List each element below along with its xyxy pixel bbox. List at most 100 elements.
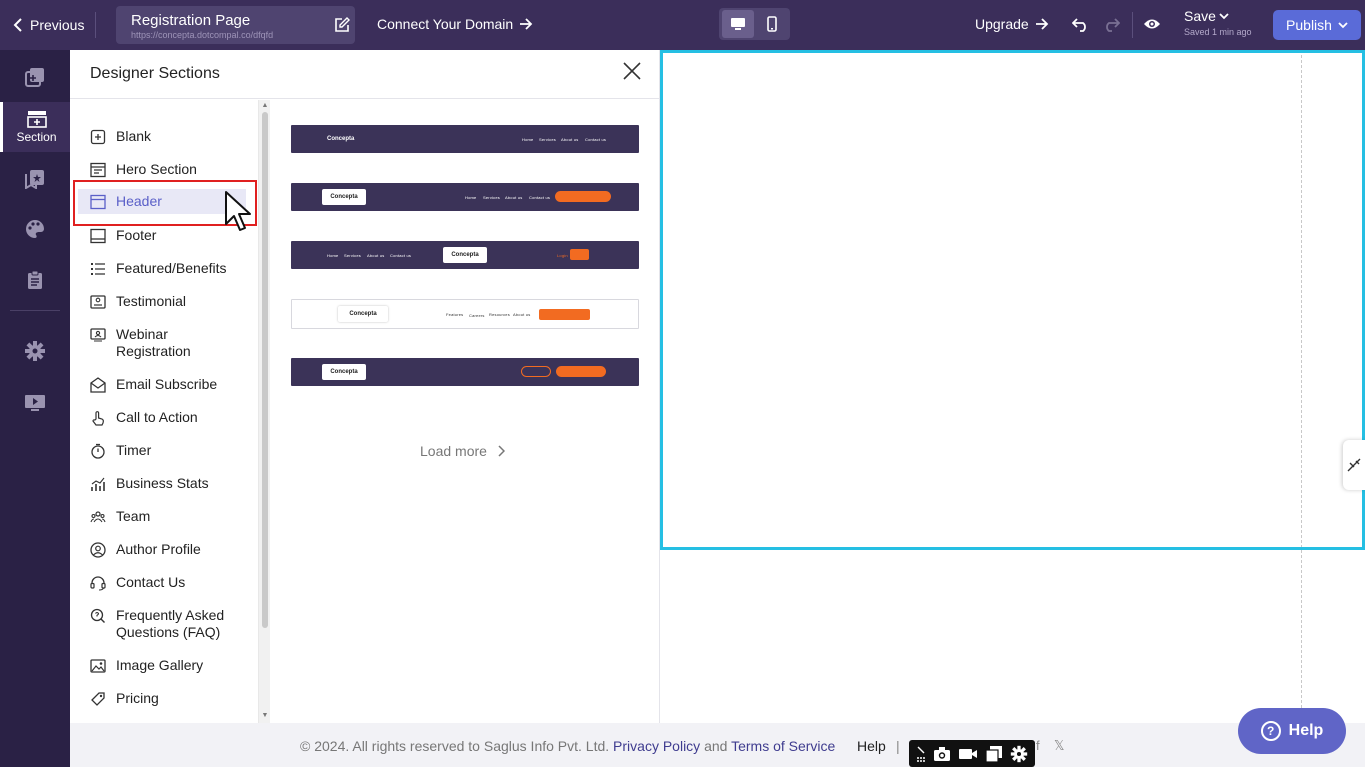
template-brand: Concepta [338,306,388,322]
previous-button[interactable]: Previous [12,14,84,36]
template-nav-item: Home [522,137,534,142]
header-template-2[interactable]: Concepta Home Services About us Contact … [291,183,639,211]
preview-button[interactable] [1142,14,1162,34]
chevron-left-icon [13,18,22,32]
page-name-box[interactable]: Registration Page https://concepta.dotco… [116,6,355,44]
upgrade-link[interactable]: Upgrade [975,16,1049,32]
scrollbar-thumb[interactable] [262,112,268,628]
template-nav-item: Services [344,253,361,258]
rail-section[interactable]: Section [0,102,70,152]
category-label: Testimonial [116,293,187,309]
template-login: Login [557,253,568,258]
panel-header: Designer Sections [70,50,660,99]
category-hero-section[interactable]: Hero Section [78,161,246,178]
facebook-icon[interactable]: f [1036,738,1040,753]
category-label: Call to Action [116,409,198,425]
header-template-4[interactable]: Concepta Features Careers Resources Abou… [291,299,639,329]
header-template-1[interactable]: Concepta Home Services About us Contact … [291,125,639,153]
undo-button[interactable] [1071,14,1091,34]
page-title: Registration Page [131,12,251,29]
hero-section-icon [90,162,106,178]
gear-icon[interactable] [1010,745,1028,763]
copyright-text: © 2024. All rights reserved to Saglus In… [300,738,610,754]
arrow-right-icon [520,18,533,30]
edit-icon[interactable] [334,17,350,33]
rail-theme[interactable] [0,204,70,254]
tap-icon [92,411,104,426]
testimonial-icon [90,295,106,309]
rail-settings[interactable] [0,326,70,376]
header-template-5[interactable]: Concepta [291,358,639,386]
category-label: Webinar Registration [116,326,191,359]
category-pricing[interactable]: Pricing [78,690,246,707]
category-timer[interactable]: Timer [78,442,246,459]
connect-domain-link[interactable]: Connect Your Domain [377,16,533,32]
category-label: Timer [116,442,152,458]
side-panel-tab[interactable] [1343,440,1365,490]
help-button-label: Help [1288,722,1324,739]
team-icon [90,511,106,523]
rail-pages[interactable] [0,52,70,102]
load-more-button[interactable]: Load more [420,443,505,459]
faq-icon [90,608,105,623]
template-brand: Concepta [322,189,366,205]
designer-sections-panel: Designer Sections Blank Hero Section Hea… [70,50,660,723]
chevron-down-icon [1338,22,1348,29]
category-contact-us[interactable]: Contact Us [78,574,246,591]
rail-forms[interactable] [0,255,70,305]
eye-icon [1144,19,1160,29]
publish-button[interactable]: Publish [1273,10,1361,40]
template-login-button [521,366,551,377]
category-label: Author Profile [116,541,201,557]
camera-icon[interactable] [933,746,951,762]
category-footer[interactable]: Footer [78,227,246,244]
category-team[interactable]: Team [78,508,246,525]
privacy-policy-link[interactable]: Privacy Policy [613,738,700,754]
template-nav-item: About us [505,195,523,200]
help-button[interactable]: ? Help [1238,708,1346,754]
template-nav-item: Services [483,195,500,200]
template-brand: Concepta [322,364,366,380]
copy-icon[interactable] [985,745,1003,763]
footer-help-link[interactable]: Help [857,738,886,754]
scroll-down-arrow[interactable]: ▼ [261,712,269,720]
section-icon [26,111,47,128]
category-featured-benefits[interactable]: Featured/Benefits [78,260,246,277]
scroll-up-arrow[interactable]: ▲ [261,102,269,110]
category-scrollbar[interactable]: ▲ ▼ [258,100,270,723]
category-testimonial[interactable]: Testimonial [78,293,246,310]
template-nav-item: About us [561,137,579,142]
device-toggle [719,8,790,40]
x-twitter-icon[interactable]: 𝕏 [1054,738,1064,754]
template-brand: Concepta [443,247,487,263]
category-image-gallery[interactable]: Image Gallery [78,657,246,674]
chevron-right-icon [498,445,505,457]
footer-separator: | [896,738,900,754]
webinar-icon [90,328,106,342]
mobile-view-button[interactable] [756,10,788,38]
close-icon[interactable] [622,61,642,81]
divider [1132,12,1133,38]
video-camera-icon[interactable] [958,747,978,761]
category-business-stats[interactable]: Business Stats [78,475,246,492]
save-label: Save [1184,8,1216,24]
category-blank[interactable]: Blank [78,128,246,145]
header-template-3[interactable]: Home Services About us Contact us Concep… [291,241,639,269]
rail-saved-blocks[interactable] [0,154,70,204]
category-author-profile[interactable]: Author Profile [78,541,246,558]
desktop-view-button[interactable] [722,10,754,38]
save-button[interactable]: Save Saved 1 min ago [1184,8,1252,37]
category-faq[interactable]: Frequently Asked Questions (FAQ) [78,607,246,641]
canvas-selected-section[interactable] [660,50,1365,550]
publish-label: Publish [1286,17,1332,33]
redo-button[interactable] [1101,14,1121,34]
category-call-to-action[interactable]: Call to Action [78,409,246,426]
terms-of-service-link[interactable]: Terms of Service [731,738,835,754]
category-webinar-registration[interactable]: Webinar Registration [78,326,246,360]
category-email-subscribe[interactable]: Email Subscribe [78,376,246,393]
template-brand: Concepta [327,136,355,142]
list-icon [91,263,105,275]
rail-present[interactable] [0,378,70,428]
template-signup-button [570,249,589,260]
drag-handle-icon[interactable] [916,745,926,763]
